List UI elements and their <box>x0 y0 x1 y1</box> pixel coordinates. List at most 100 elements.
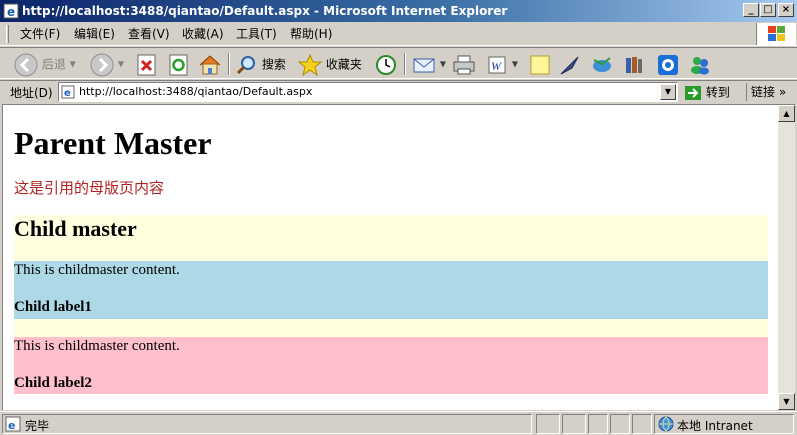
mail-dropdown-icon[interactable]: ▼ <box>440 60 446 69</box>
address-url: http://localhost:3488/qiantao/Default.as… <box>79 85 313 98</box>
standard-toolbar: 后退 ▼ ▼ 搜索 收藏夹 ▼ W ▼ <box>0 47 797 79</box>
maximize-button[interactable]: □ <box>760 3 776 17</box>
child-content-block-1: This is childmaster content. Child label… <box>14 261 768 319</box>
address-label: 地址(D) <box>10 86 53 100</box>
messenger-tool-button[interactable] <box>590 50 614 78</box>
search-icon <box>236 55 255 74</box>
menu-edit[interactable]: 编辑(E) <box>74 26 115 42</box>
back-dropdown-icon[interactable]: ▼ <box>70 60 76 69</box>
close-button[interactable]: × <box>778 3 794 17</box>
mail-icon <box>413 58 435 72</box>
edit-dropdown-icon[interactable]: ▼ <box>512 60 518 69</box>
home-icon <box>199 54 221 74</box>
search-button[interactable]: 搜索 <box>236 50 286 78</box>
favorites-button[interactable]: 收藏夹 <box>297 50 362 78</box>
address-input[interactable]: e http://localhost:3488/qiantao/Default.… <box>58 82 678 102</box>
svg-text:e: e <box>64 88 71 99</box>
forward-button[interactable]: ▼ <box>90 50 124 78</box>
window-title: http://localhost:3488/qiantao/Default.as… <box>22 4 508 18</box>
status-pane <box>562 414 586 434</box>
menu-favorites[interactable]: 收藏(A) <box>182 26 224 42</box>
favorites-star-icon <box>297 53 323 76</box>
refresh-button[interactable] <box>168 50 190 78</box>
child-master-header: Child master <box>14 215 768 261</box>
child-content-text-1: This is childmaster content. <box>14 262 180 278</box>
child-content-text-2: This is childmaster content. <box>14 338 180 354</box>
menu-help[interactable]: 帮助(H) <box>290 26 332 42</box>
edit-button[interactable]: W ▼ <box>486 50 518 78</box>
master-red-text: 这是引用的母版页内容 <box>14 179 165 197</box>
qq-icon <box>658 54 678 75</box>
forward-dropdown-icon[interactable]: ▼ <box>118 60 124 69</box>
status-pane <box>632 414 652 434</box>
go-arrow-icon <box>685 85 701 100</box>
links-button[interactable]: 链接 » <box>746 83 786 101</box>
svg-text:e: e <box>7 5 15 19</box>
printer-icon <box>453 55 475 74</box>
go-label: 转到 <box>705 85 730 100</box>
menu-tools[interactable]: 工具(T) <box>236 26 277 42</box>
refresh-icon <box>169 54 188 75</box>
back-arrow-icon <box>14 53 38 76</box>
address-dropdown-icon[interactable]: ▼ <box>660 84 676 100</box>
messenger-button[interactable] <box>688 50 712 78</box>
status-main-pane: e 完毕 <box>2 414 532 434</box>
stop-icon <box>137 54 156 75</box>
tools-button[interactable] <box>622 50 646 78</box>
links-label: 链接 <box>751 85 776 99</box>
toolbar-separator <box>404 53 406 75</box>
books-icon <box>626 56 642 73</box>
status-pane <box>536 414 560 434</box>
ie-page-icon: e <box>3 3 19 19</box>
scroll-up-button[interactable]: ▲ <box>778 105 795 122</box>
research-button[interactable] <box>558 50 582 78</box>
minimize-button[interactable]: _ <box>743 3 759 17</box>
status-pane <box>588 414 608 434</box>
windows-logo-icon <box>756 23 796 45</box>
zone-text: 本地 Intranet <box>677 419 753 433</box>
vertical-scrollbar[interactable]: ▲ ▼ <box>778 104 795 410</box>
favorites-label: 收藏夹 <box>325 57 362 72</box>
toolbar-separator <box>228 53 230 75</box>
mail-button[interactable]: ▼ <box>412 50 446 78</box>
back-label: 后退 <box>41 57 66 72</box>
search-label: 搜索 <box>261 57 286 72</box>
history-button[interactable] <box>374 50 398 78</box>
quill-icon <box>560 56 579 74</box>
home-button[interactable] <box>198 50 222 78</box>
go-button[interactable]: 转到 <box>684 83 730 101</box>
status-pane <box>610 414 630 434</box>
child-heading: Child master <box>14 216 137 241</box>
menu-bar: 文件(F) 编辑(E) 查看(V) 收藏(A) 工具(T) 帮助(H) <box>0 22 797 46</box>
menu-grip <box>6 25 9 43</box>
done-page-icon: e <box>5 416 21 432</box>
menu-view[interactable]: 查看(V) <box>128 26 170 42</box>
page-content: Parent Master 这是引用的母版页内容 Child master Th… <box>2 104 778 410</box>
msn-people-icon <box>691 56 709 74</box>
status-bar: e 完毕 本地 Intranet <box>0 411 797 435</box>
stop-button[interactable] <box>136 50 158 78</box>
qq-button[interactable] <box>656 50 680 78</box>
spacer-band <box>14 319 768 337</box>
child-content-block-2: This is childmaster content. Child label… <box>14 337 768 394</box>
history-icon <box>376 54 396 75</box>
word-edit-icon: W <box>488 56 506 73</box>
status-text: 完毕 <box>25 419 50 433</box>
zone-pane: 本地 Intranet <box>654 414 794 434</box>
menu-file[interactable]: 文件(F) <box>20 26 60 42</box>
page-icon: e <box>61 85 75 99</box>
svg-text:W: W <box>491 59 502 73</box>
forward-arrow-icon <box>90 53 114 76</box>
svg-text:e: e <box>8 419 15 432</box>
child-label-2: Child label2 <box>14 375 92 391</box>
page-heading: Parent Master <box>14 125 212 161</box>
back-button[interactable]: 后退 ▼ <box>14 50 76 78</box>
hummingbird-icon <box>593 56 611 72</box>
scroll-down-button[interactable]: ▼ <box>778 393 795 410</box>
print-button[interactable] <box>452 50 476 78</box>
note-icon <box>530 55 550 74</box>
title-bar: e http://localhost:3488/qiantao/Default.… <box>0 0 797 22</box>
address-bar: 地址(D) e http://localhost:3488/qiantao/De… <box>0 80 797 102</box>
chevron-right-icon: » <box>778 85 787 99</box>
discuss-button[interactable] <box>528 50 552 78</box>
